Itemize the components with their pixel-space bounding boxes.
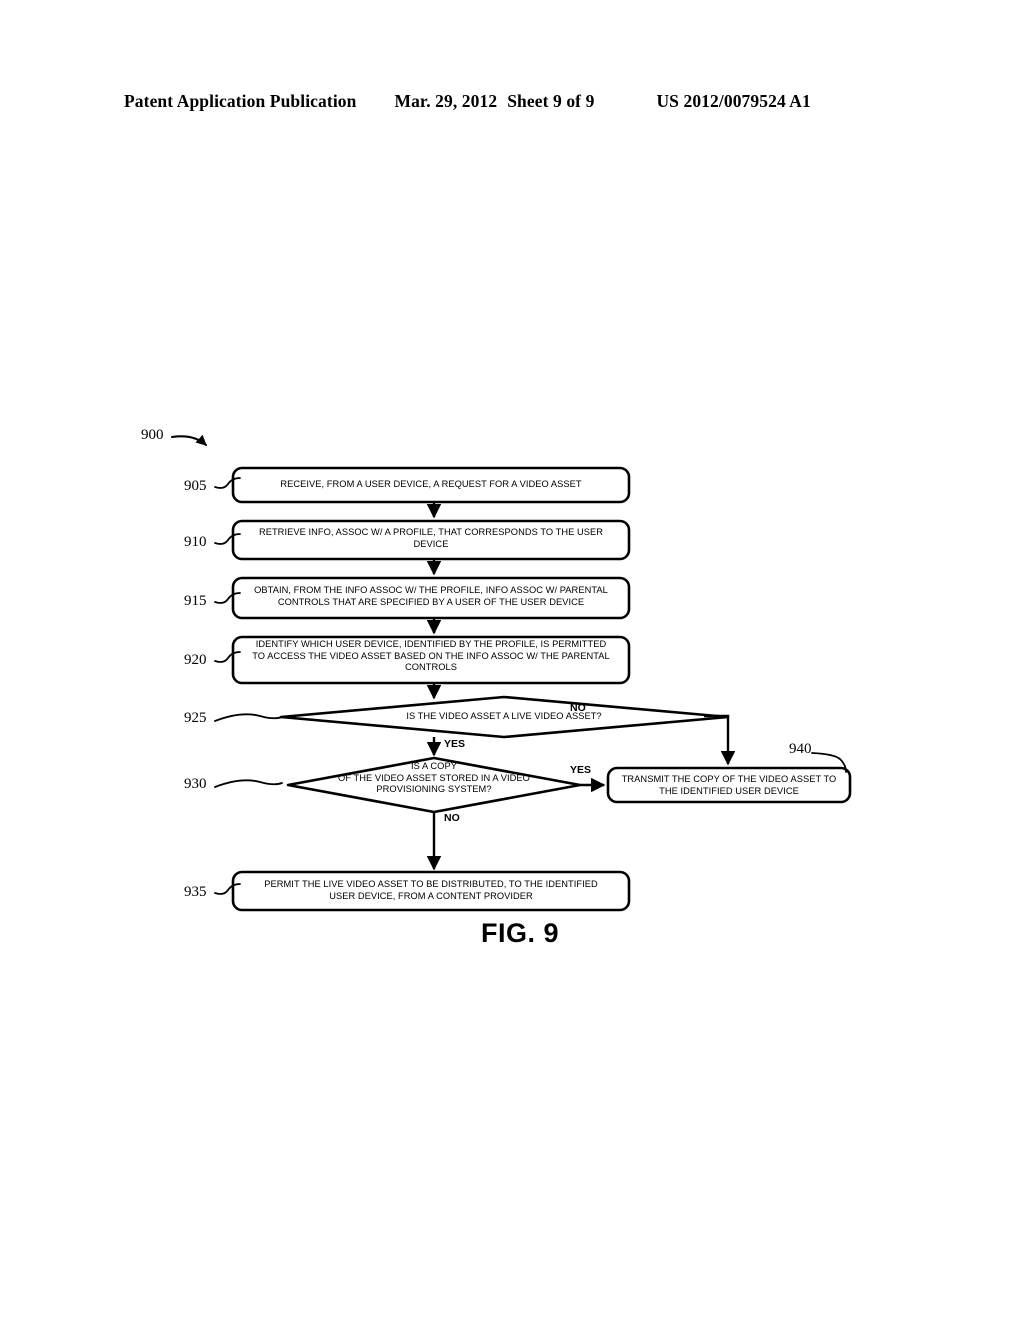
leader-935 (214, 883, 241, 895)
ref-number-940: 940 (789, 741, 812, 757)
node-diamond-925 (279, 695, 730, 739)
node-box-935 (231, 870, 631, 912)
ref-number-910: 910 (184, 534, 207, 550)
leader-900 (170, 434, 208, 447)
node-box-915 (231, 576, 631, 620)
leader-910 (214, 533, 241, 545)
connector-925-no-line (704, 714, 736, 766)
leader-925 (214, 713, 283, 722)
node-diamond-930 (286, 756, 582, 814)
branch-label-925-no: NO (570, 702, 586, 714)
node-box-910 (231, 519, 631, 561)
ref-number-900: 900 (141, 427, 164, 443)
ref-number-930: 930 (184, 776, 207, 792)
branch-label-930-no: NO (444, 812, 460, 824)
flowchart-figure: RECEIVE, FROM A USER DEVICE, A REQUEST F… (0, 0, 1024, 1320)
ref-number-915: 915 (184, 593, 207, 609)
leader-920 (214, 651, 241, 663)
ref-number-925: 925 (184, 710, 207, 726)
leader-930 (214, 779, 283, 788)
node-box-940 (606, 766, 852, 804)
branch-label-930-yes: YES (570, 764, 592, 776)
figure-caption: FIG. 9 (480, 918, 559, 948)
node-box-920 (231, 635, 631, 685)
branch-label-925-yes: YES (444, 738, 466, 750)
flowchart-graphics (170, 434, 852, 912)
leader-915 (214, 592, 241, 604)
ref-number-905: 905 (184, 478, 207, 494)
leader-905 (214, 477, 241, 489)
ref-number-935: 935 (184, 884, 207, 900)
node-box-905 (231, 466, 631, 504)
ref-number-920: 920 (184, 652, 207, 668)
